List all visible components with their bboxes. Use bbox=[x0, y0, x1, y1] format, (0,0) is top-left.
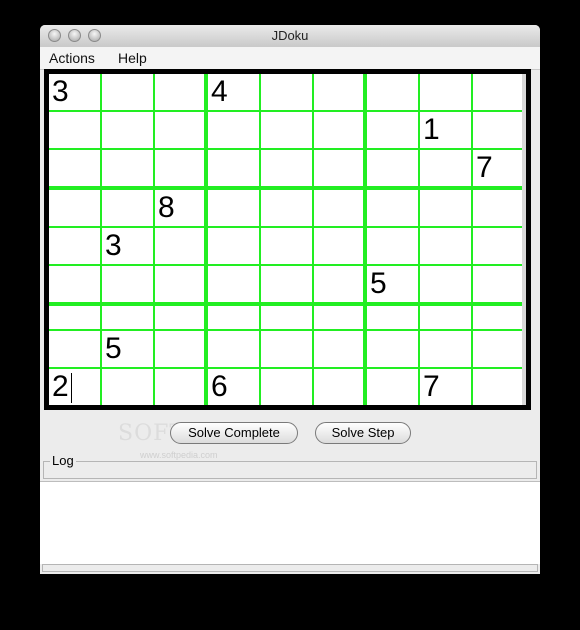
sudoku-cell-r2-c6[interactable] bbox=[314, 112, 367, 150]
sudoku-cell-r8-c1[interactable] bbox=[49, 331, 102, 369]
app-window: JDoku Actions Help 34178355267 SOFTPEDIA… bbox=[40, 25, 540, 574]
sudoku-cell-r9-c9[interactable] bbox=[473, 369, 526, 405]
log-group: Log bbox=[43, 453, 537, 479]
sudoku-cell-r2-c7[interactable] bbox=[367, 112, 420, 150]
sudoku-cell-r7-c4[interactable] bbox=[208, 306, 261, 331]
sudoku-cell-r8-c3[interactable] bbox=[155, 331, 208, 369]
sudoku-cell-r4-c4[interactable] bbox=[208, 190, 261, 228]
sudoku-cell-r1-c4[interactable]: 4 bbox=[208, 74, 261, 112]
sudoku-cell-r3-c4[interactable] bbox=[208, 150, 261, 190]
sudoku-cell-r6-c7[interactable]: 5 bbox=[367, 266, 420, 306]
sudoku-cell-r2-c1[interactable] bbox=[49, 112, 102, 150]
title-bar: JDoku bbox=[40, 25, 540, 48]
sudoku-cell-r3-c8[interactable] bbox=[420, 150, 473, 190]
sudoku-cell-r7-c2[interactable] bbox=[102, 306, 155, 331]
sudoku-cell-r4-c2[interactable] bbox=[102, 190, 155, 228]
sudoku-cell-r9-c8[interactable]: 7 bbox=[420, 369, 473, 405]
sudoku-cell-r9-c6[interactable] bbox=[314, 369, 367, 405]
sudoku-cell-r1-c8[interactable] bbox=[420, 74, 473, 112]
sudoku-cell-r9-c4[interactable]: 6 bbox=[208, 369, 261, 405]
sudoku-cell-r1-c7[interactable] bbox=[367, 74, 420, 112]
log-textarea[interactable] bbox=[40, 481, 540, 564]
sudoku-cell-r9-c5[interactable] bbox=[261, 369, 314, 405]
sudoku-cell-r2-c9[interactable] bbox=[473, 112, 526, 150]
sudoku-cell-r6-c3[interactable] bbox=[155, 266, 208, 306]
sudoku-cell-r4-c7[interactable] bbox=[367, 190, 420, 228]
sudoku-cell-r5-c4[interactable] bbox=[208, 228, 261, 266]
sudoku-cell-r8-c9[interactable] bbox=[473, 331, 526, 369]
sudoku-cell-r3-c7[interactable] bbox=[367, 150, 420, 190]
sudoku-cell-r3-c1[interactable] bbox=[49, 150, 102, 190]
menu-bar: Actions Help bbox=[40, 47, 540, 70]
sudoku-cell-r6-c4[interactable] bbox=[208, 266, 261, 306]
sudoku-cell-r9-c1[interactable]: 2 bbox=[49, 369, 102, 405]
sudoku-cell-r6-c9[interactable] bbox=[473, 266, 526, 306]
watermark-url: www.softpedia.com bbox=[140, 450, 218, 460]
log-label: Log bbox=[50, 453, 76, 468]
sudoku-cell-r2-c8[interactable]: 1 bbox=[420, 112, 473, 150]
sudoku-cell-r7-c1[interactable] bbox=[49, 306, 102, 331]
sudoku-cell-r7-c9[interactable] bbox=[473, 306, 526, 331]
menu-actions[interactable]: Actions bbox=[49, 50, 95, 66]
sudoku-cell-r5-c6[interactable] bbox=[314, 228, 367, 266]
sudoku-cell-r3-c2[interactable] bbox=[102, 150, 155, 190]
sudoku-cell-r4-c6[interactable] bbox=[314, 190, 367, 228]
sudoku-cell-r1-c9[interactable] bbox=[473, 74, 526, 112]
sudoku-cell-r8-c6[interactable] bbox=[314, 331, 367, 369]
sudoku-cell-r9-c7[interactable] bbox=[367, 369, 420, 405]
sudoku-cell-r7-c7[interactable] bbox=[367, 306, 420, 331]
sudoku-cell-r5-c2[interactable]: 3 bbox=[102, 228, 155, 266]
solve-step-button[interactable]: Solve Step bbox=[315, 422, 411, 444]
sudoku-cell-r7-c3[interactable] bbox=[155, 306, 208, 331]
log-scrollbar[interactable] bbox=[42, 564, 538, 572]
sudoku-cell-r5-c3[interactable] bbox=[155, 228, 208, 266]
sudoku-cell-r6-c1[interactable] bbox=[49, 266, 102, 306]
sudoku-cell-r1-c1[interactable]: 3 bbox=[49, 74, 102, 112]
sudoku-cell-r1-c5[interactable] bbox=[261, 74, 314, 112]
sudoku-cell-r3-c6[interactable] bbox=[314, 150, 367, 190]
sudoku-cell-r8-c5[interactable] bbox=[261, 331, 314, 369]
sudoku-cell-r9-c3[interactable] bbox=[155, 369, 208, 405]
sudoku-cell-r8-c8[interactable] bbox=[420, 331, 473, 369]
sudoku-cell-r3-c3[interactable] bbox=[155, 150, 208, 190]
sudoku-cell-r5-c8[interactable] bbox=[420, 228, 473, 266]
board-scrollbar bbox=[522, 74, 526, 405]
solve-complete-button[interactable]: Solve Complete bbox=[170, 422, 298, 444]
sudoku-cell-r5-c5[interactable] bbox=[261, 228, 314, 266]
sudoku-grid: 34178355267 bbox=[49, 74, 526, 405]
sudoku-cell-r4-c3[interactable]: 8 bbox=[155, 190, 208, 228]
sudoku-cell-r6-c6[interactable] bbox=[314, 266, 367, 306]
sudoku-cell-r8-c2[interactable]: 5 bbox=[102, 331, 155, 369]
sudoku-cell-r1-c2[interactable] bbox=[102, 74, 155, 112]
sudoku-cell-r2-c3[interactable] bbox=[155, 112, 208, 150]
sudoku-cell-r2-c5[interactable] bbox=[261, 112, 314, 150]
sudoku-cell-r5-c1[interactable] bbox=[49, 228, 102, 266]
sudoku-cell-r4-c9[interactable] bbox=[473, 190, 526, 228]
sudoku-cell-r2-c2[interactable] bbox=[102, 112, 155, 150]
sudoku-cell-r8-c4[interactable] bbox=[208, 331, 261, 369]
sudoku-cell-r4-c1[interactable] bbox=[49, 190, 102, 228]
sudoku-board: 34178355267 bbox=[44, 69, 531, 410]
sudoku-cell-r1-c3[interactable] bbox=[155, 74, 208, 112]
sudoku-cell-r9-c2[interactable] bbox=[102, 369, 155, 405]
sudoku-cell-r7-c5[interactable] bbox=[261, 306, 314, 331]
sudoku-cell-r3-c9[interactable]: 7 bbox=[473, 150, 526, 190]
sudoku-cell-r3-c5[interactable] bbox=[261, 150, 314, 190]
sudoku-cell-r7-c6[interactable] bbox=[314, 306, 367, 331]
sudoku-cell-r8-c7[interactable] bbox=[367, 331, 420, 369]
sudoku-cell-r2-c4[interactable] bbox=[208, 112, 261, 150]
sudoku-cell-r6-c8[interactable] bbox=[420, 266, 473, 306]
sudoku-cell-r4-c8[interactable] bbox=[420, 190, 473, 228]
sudoku-cell-r6-c2[interactable] bbox=[102, 266, 155, 306]
sudoku-cell-r6-c5[interactable] bbox=[261, 266, 314, 306]
sudoku-cell-r4-c5[interactable] bbox=[261, 190, 314, 228]
sudoku-cell-r5-c7[interactable] bbox=[367, 228, 420, 266]
sudoku-cell-r1-c6[interactable] bbox=[314, 74, 367, 112]
menu-help[interactable]: Help bbox=[118, 50, 147, 66]
sudoku-cell-r7-c8[interactable] bbox=[420, 306, 473, 331]
window-title: JDoku bbox=[271, 28, 309, 43]
sudoku-cell-r5-c9[interactable] bbox=[473, 228, 526, 266]
